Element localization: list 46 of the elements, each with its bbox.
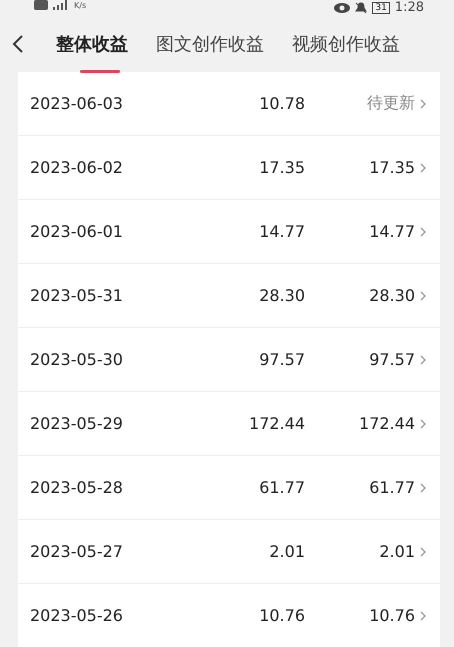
amount-cell-text: 10.78	[258, 94, 305, 113]
chevron-icon	[420, 418, 426, 428]
amount-cell-text: 17.35	[258, 158, 305, 177]
settled-cell-text: 14.77	[368, 222, 415, 241]
date-cell-text: 2023-06-02	[30, 158, 124, 177]
tab-indicator	[80, 70, 120, 73]
settled-cell-text: 2.01	[378, 542, 415, 561]
date-cell-text: 2023-05-30	[30, 350, 124, 369]
amount-cell-text: 172.44	[248, 414, 305, 433]
tab[interactable]: 整体收益	[56, 28, 128, 60]
signal-icon	[53, 0, 69, 10]
tab[interactable]: 图文创作收益	[156, 28, 264, 60]
date-cell-text: 2023-05-31	[30, 286, 124, 305]
battery-indicator: 31	[372, 2, 390, 14]
settled-cell-text: 172.44	[358, 414, 415, 433]
settled-cell-text: 61.77	[368, 478, 415, 497]
amount-cell-text: 2.01	[268, 542, 305, 561]
date-cell-text: 2023-05-26	[30, 606, 124, 625]
chevron-icon	[420, 546, 426, 556]
date-cell-text: 2023-06-03	[30, 94, 124, 113]
settled-cell-text: 17.35	[368, 158, 415, 177]
amount-cell-text: 28.30	[258, 286, 305, 305]
speed-unit: K/s	[74, 0, 86, 10]
settled-cell-text: 28.30	[368, 286, 415, 305]
amount-cell-text: 97.57	[258, 350, 305, 369]
settled-cell-text: 10.76	[368, 606, 415, 625]
date-cell-text: 2023-05-29	[30, 414, 124, 433]
chevron-icon	[420, 162, 426, 172]
muted-bell-icon	[355, 2, 368, 14]
amount-cell-text: 10.76	[258, 606, 305, 625]
chevron-icon	[420, 482, 426, 492]
chevron-icon	[420, 226, 426, 236]
settled-cell-text: 待更新	[366, 93, 415, 114]
chevron-icon	[420, 290, 426, 300]
chevron-icon	[420, 98, 426, 108]
date-cell-text: 2023-05-27	[30, 542, 124, 561]
settled-cell-text: 97.57	[368, 350, 415, 369]
amount-cell-text: 14.77	[258, 222, 305, 241]
date-cell-text: 2023-06-01	[30, 222, 124, 241]
tab[interactable]: 视频创作收益	[292, 28, 400, 60]
date-cell-text: 2023-05-28	[30, 478, 124, 497]
clock-time: 1:28	[394, 0, 424, 15]
eye-icon	[334, 2, 350, 12]
chevron-icon	[420, 610, 426, 620]
chevron-icon	[420, 354, 426, 364]
amount-cell-text: 61.77	[258, 478, 305, 497]
